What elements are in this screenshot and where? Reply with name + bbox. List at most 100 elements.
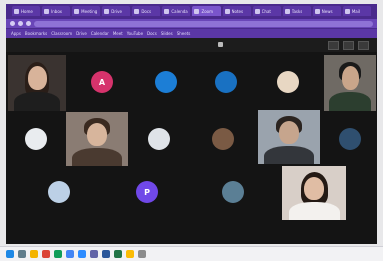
tab-title: News (321, 8, 333, 14)
participant-tile[interactable] (258, 55, 318, 109)
lock-icon (218, 41, 223, 47)
url-field[interactable] (34, 20, 373, 27)
participant-tile[interactable]: A (72, 55, 132, 109)
video-face (28, 66, 47, 90)
avatar-initial: P (144, 187, 150, 197)
browser-tab[interactable]: Docs (132, 6, 161, 16)
participant-tile[interactable] (8, 55, 66, 111)
browser-tab[interactable]: Tasks (282, 6, 311, 16)
bookmark-item[interactable]: Drive (76, 31, 87, 36)
avatar-initial: A (98, 77, 106, 87)
participant-tile[interactable] (258, 110, 320, 164)
participant-avatar (215, 71, 237, 93)
meeting-info[interactable] (218, 41, 225, 47)
video-torso (289, 202, 340, 220)
browser-tab[interactable]: Meeting (72, 6, 101, 16)
teams-icon[interactable] (90, 250, 98, 258)
browser-tab[interactable]: Zoom (192, 6, 221, 16)
video-torso (72, 148, 122, 166)
tab-title: Meeting (81, 8, 98, 14)
search-icon[interactable] (18, 250, 26, 258)
browser-tab[interactable]: Drive (102, 6, 131, 16)
mail-icon[interactable] (54, 250, 62, 258)
reload-icon[interactable] (26, 21, 31, 26)
taskbar (0, 246, 383, 261)
meeting-window: AP (6, 38, 377, 244)
bookmark-item[interactable]: Apps (11, 31, 21, 36)
participant-tile[interactable] (282, 166, 346, 220)
bookmark-item[interactable]: Sheets (177, 31, 191, 36)
participant-tile[interactable]: P (116, 166, 178, 218)
zoom-icon[interactable] (78, 250, 86, 258)
participant-tile[interactable] (196, 55, 256, 109)
participant-tile[interactable] (130, 112, 188, 166)
bookmark-item[interactable]: Slides (161, 31, 173, 36)
address-bar (6, 19, 377, 28)
browser-tab[interactable]: News (312, 6, 341, 16)
participant-tile[interactable] (324, 112, 376, 166)
video-face (304, 177, 324, 200)
tab-favicon-icon (44, 8, 50, 14)
word-icon[interactable] (102, 250, 110, 258)
video-face (87, 123, 107, 146)
tab-title: Inbox (51, 8, 63, 14)
bookmark-item[interactable]: YouTube (127, 31, 143, 36)
participant-avatar (339, 128, 361, 150)
tab-favicon-icon (194, 8, 200, 14)
tab-favicon-icon (314, 8, 320, 14)
tab-title: Calendar (171, 8, 189, 14)
excel-icon[interactable] (114, 250, 122, 258)
tab-favicon-icon (134, 8, 140, 14)
tab-title: Drive (111, 8, 122, 14)
browser-tab[interactable]: Home (12, 6, 41, 16)
video-face (342, 66, 359, 90)
tab-title: Chat (261, 8, 271, 14)
fullscreen-icon[interactable] (358, 41, 369, 50)
browser-tab[interactable]: Chat (252, 6, 281, 16)
files-icon[interactable] (30, 250, 38, 258)
participant-tile[interactable] (136, 55, 196, 109)
tab-favicon-icon (254, 8, 260, 14)
participant-avatar (155, 71, 177, 93)
browser-tab[interactable]: Inbox (42, 6, 71, 16)
desktop-screenshot: Home Inbox Meeting Drive Docs Calendar Zoom Not… (0, 0, 383, 261)
participant-avatar: A (91, 71, 113, 93)
participant-tile[interactable] (202, 166, 264, 218)
tab-favicon-icon (104, 8, 110, 14)
participant-tile[interactable] (194, 112, 252, 166)
browser-tab[interactable]: Notes (222, 6, 251, 16)
participant-tile[interactable] (66, 112, 128, 166)
participant-tile[interactable] (28, 166, 90, 218)
gallery-view-icon[interactable] (328, 41, 339, 50)
tab-favicon-icon (224, 8, 230, 14)
start-icon[interactable] (6, 250, 14, 258)
video-torso (264, 146, 314, 164)
participant-avatar (277, 71, 299, 93)
bookmark-item[interactable]: Calendar (91, 31, 109, 36)
participant-avatar: P (136, 181, 158, 203)
participant-tile[interactable] (324, 55, 376, 111)
bookmark-item[interactable]: Classroom (51, 31, 72, 36)
minimize-icon[interactable] (343, 41, 354, 50)
browser-tab[interactable]: Calendar (162, 6, 191, 16)
back-icon[interactable] (10, 21, 15, 26)
bookmark-item[interactable]: Bookmarks (25, 31, 47, 36)
tab-title: Mail (351, 8, 360, 14)
tab-favicon-icon (284, 8, 290, 14)
tab-title: Zoom (201, 8, 213, 14)
video-torso (329, 92, 371, 111)
tab-title: Docs (141, 8, 152, 14)
video-torso (14, 92, 60, 111)
browser-tab[interactable]: Mail (342, 6, 371, 16)
bookmark-item[interactable]: Docs (147, 31, 157, 36)
browser-icon[interactable] (42, 250, 50, 258)
participant-tile[interactable] (8, 112, 64, 166)
settings-icon[interactable] (138, 250, 146, 258)
chrome-icon[interactable] (126, 250, 134, 258)
forward-icon[interactable] (18, 21, 23, 26)
participant-avatar (148, 128, 170, 150)
tab-favicon-icon (164, 8, 170, 14)
bookmarks-bar: Apps Bookmarks Classroom Drive Calendar Meet Y… (6, 29, 377, 38)
bookmark-item[interactable]: Meet (113, 31, 123, 36)
store-icon[interactable] (66, 250, 74, 258)
